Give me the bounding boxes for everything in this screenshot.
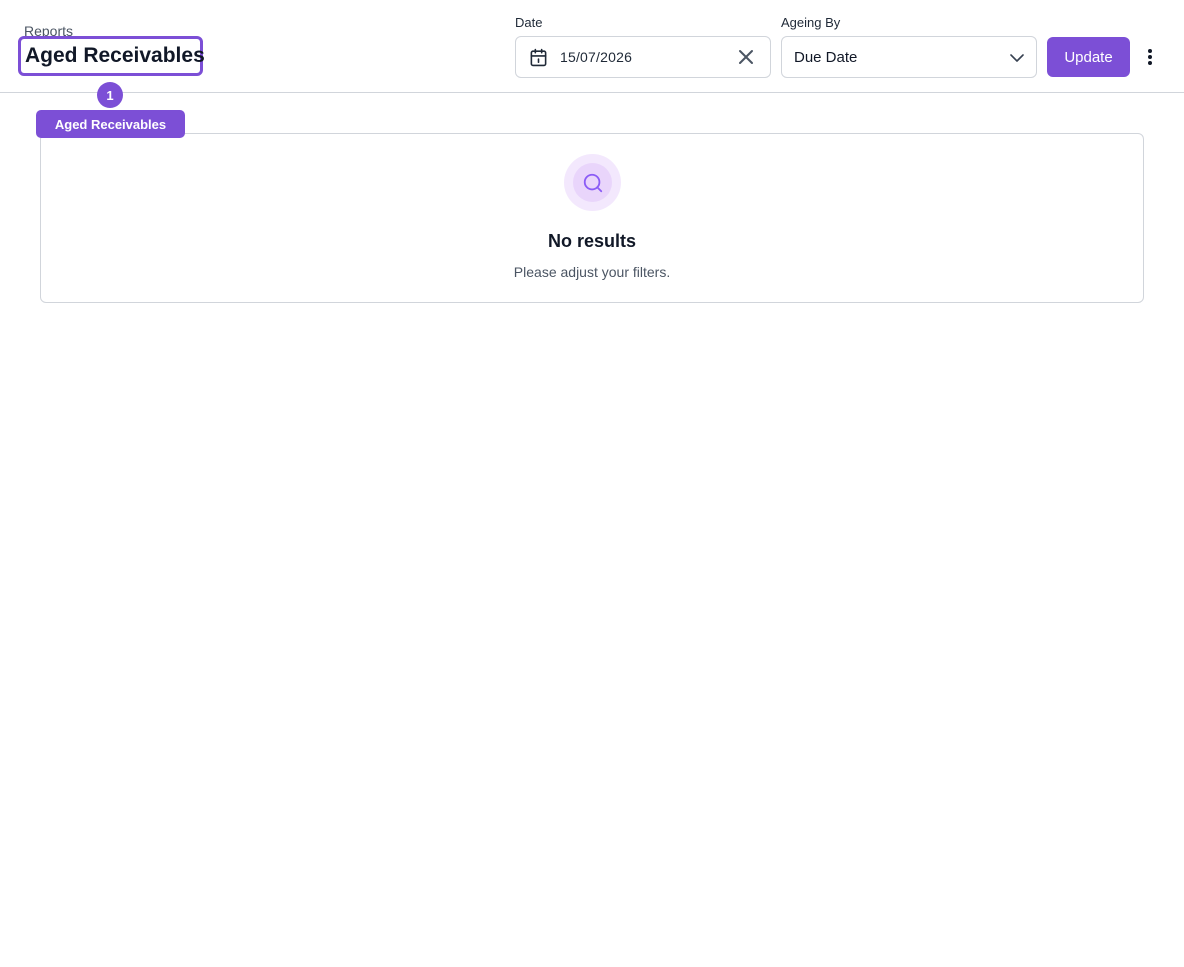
chevron-down-icon bbox=[1010, 54, 1024, 62]
page-title-highlight: Aged Receivables bbox=[18, 36, 205, 76]
page-title: Aged Receivables bbox=[25, 44, 205, 67]
page-header: Reports Aged Receivables Date 15/07/2026… bbox=[0, 0, 1184, 93]
clear-date-button[interactable] bbox=[736, 47, 756, 67]
empty-state-title: No results bbox=[547, 231, 637, 251]
ageing-by-label: Ageing By bbox=[781, 15, 841, 30]
empty-state-subtitle: Please adjust your filters. bbox=[513, 264, 671, 280]
annotation-label: Aged Receivables bbox=[36, 110, 185, 138]
more-vertical-icon bbox=[1148, 49, 1152, 65]
date-label: Date bbox=[515, 15, 543, 30]
search-icon bbox=[583, 173, 602, 192]
empty-state-icon bbox=[564, 154, 621, 211]
update-button[interactable]: Update bbox=[1047, 37, 1130, 77]
annotation-number-badge: 1 bbox=[97, 82, 123, 108]
close-icon bbox=[739, 50, 753, 64]
date-picker-field[interactable]: 15/07/2026 bbox=[515, 36, 771, 78]
ageing-by-select[interactable]: Due Date bbox=[781, 36, 1037, 78]
ageing-by-value: Due Date bbox=[794, 49, 858, 66]
calendar-icon bbox=[530, 48, 547, 67]
more-options-button[interactable] bbox=[1140, 44, 1160, 70]
date-value[interactable]: 15/07/2026 bbox=[560, 49, 632, 65]
results-panel: No results Please adjust your filters. bbox=[40, 133, 1144, 303]
